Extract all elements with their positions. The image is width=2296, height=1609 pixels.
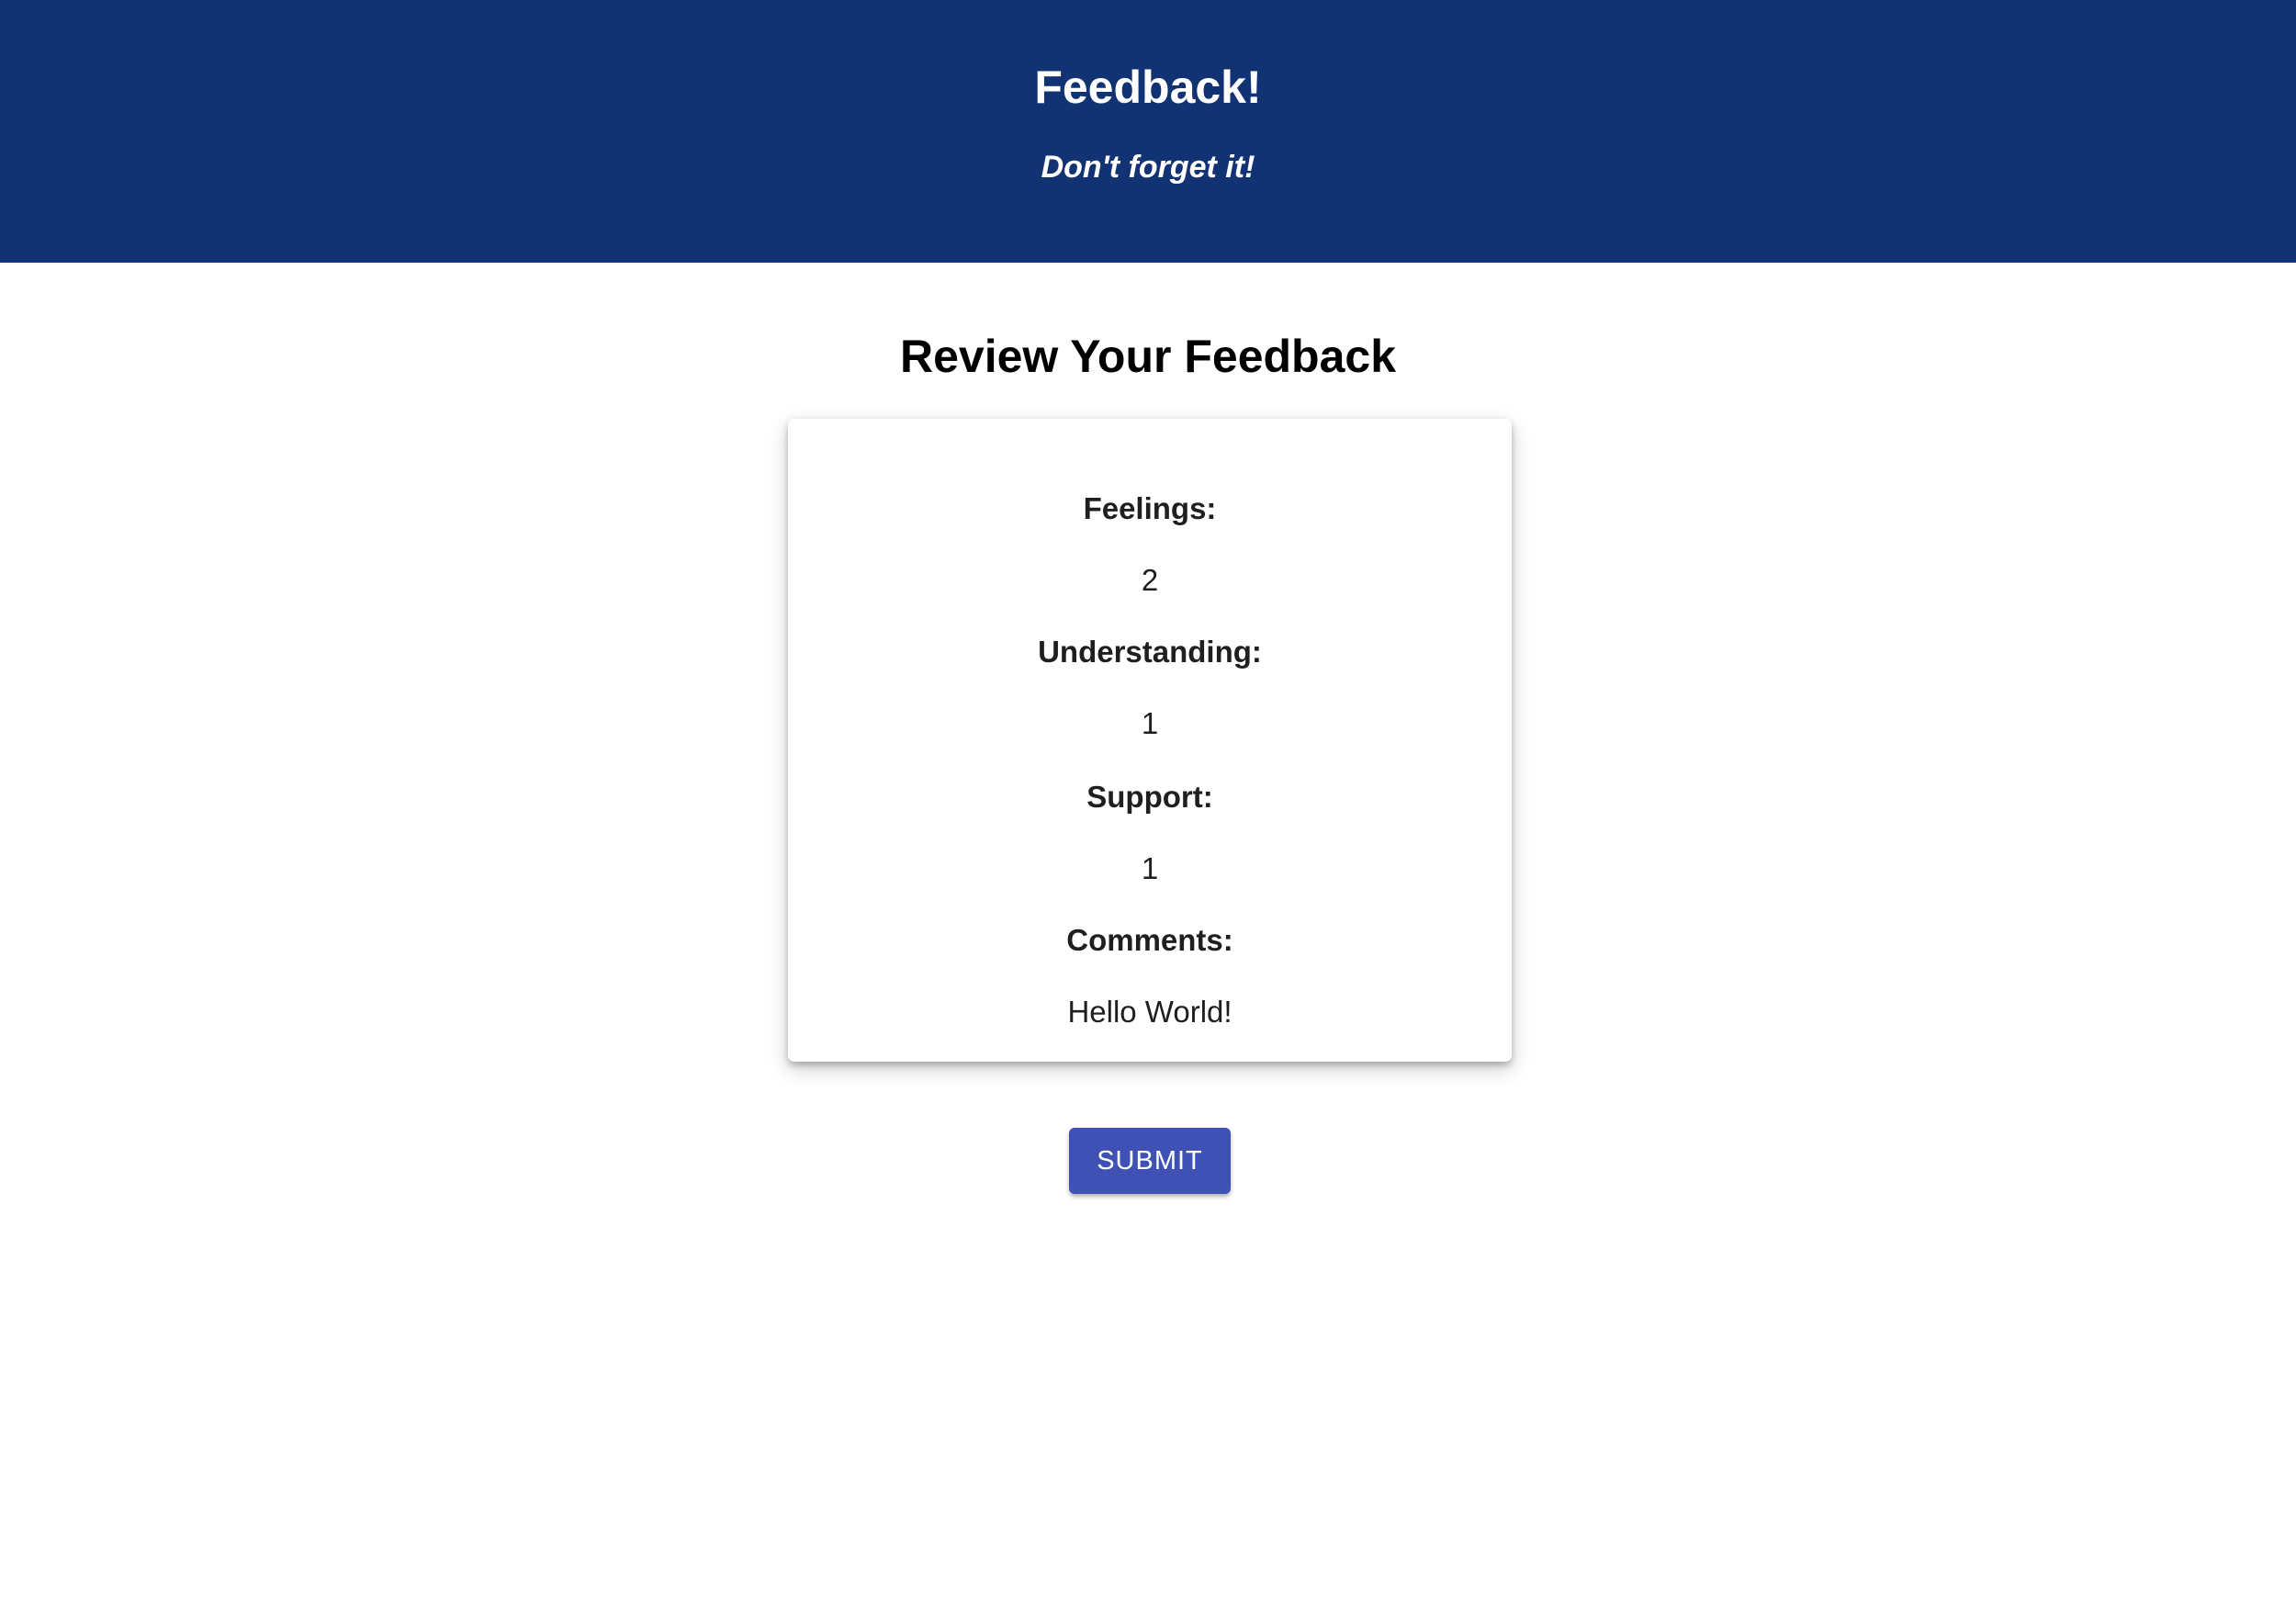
submit-button[interactable]: SUBMIT [1069, 1128, 1231, 1194]
review-card: Feelings: 2 Understanding: 1 Support: 1 … [788, 419, 1512, 1062]
comments-value: Hello World! [1067, 995, 1232, 1029]
support-value: 1 [1141, 851, 1159, 885]
understanding-label: Understanding: [1038, 635, 1262, 669]
page-title: Review Your Feedback [899, 331, 1397, 382]
feelings-value: 2 [1141, 563, 1159, 597]
feelings-label: Feelings: [1083, 491, 1217, 525]
app-title: Feedback! [1034, 62, 1262, 113]
comments-label: Comments: [1066, 923, 1233, 957]
app-header: Feedback! Don't forget it! [0, 0, 2296, 263]
app-subtitle: Don't forget it! [1041, 150, 1255, 185]
support-label: Support: [1086, 780, 1213, 814]
understanding-value: 1 [1141, 706, 1159, 740]
